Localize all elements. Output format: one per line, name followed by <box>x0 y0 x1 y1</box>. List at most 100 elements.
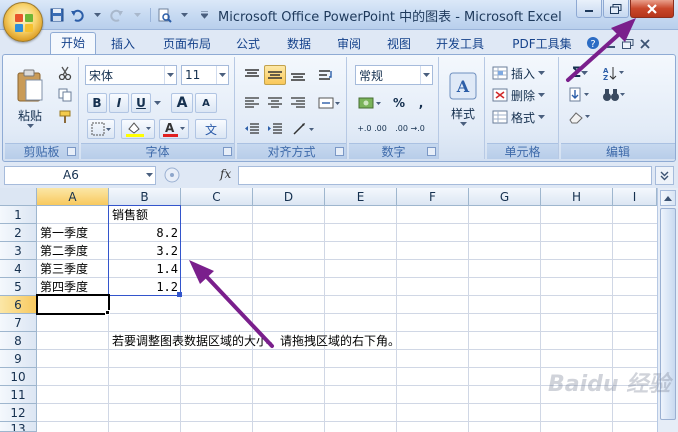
underline-button[interactable]: U <box>131 93 151 113</box>
cell-a4[interactable]: 第三季度 <box>40 260 106 278</box>
active-cell-a6[interactable] <box>36 294 110 315</box>
paste-button[interactable]: 粘贴 <box>9 61 51 137</box>
column-header-g[interactable]: G <box>469 188 541 206</box>
underline-dropdown[interactable] <box>152 93 162 113</box>
minimize-button[interactable] <box>576 0 602 18</box>
expand-formula-bar-button[interactable] <box>655 166 674 185</box>
ribbon-restore-icon[interactable] <box>622 38 634 52</box>
row-header-1[interactable]: 1 <box>0 206 37 224</box>
redo-icon[interactable] <box>108 6 126 24</box>
orientation-button[interactable] <box>315 65 339 85</box>
fill-handle[interactable] <box>105 310 110 315</box>
delete-cells-button[interactable]: 删除 <box>491 85 555 105</box>
format-painter-button[interactable] <box>55 107 75 127</box>
cell-b8[interactable]: 若要调整图表数据区域的大小，请拖拽区域的右下角。 <box>112 332 400 350</box>
merge-center-button[interactable] <box>315 93 343 113</box>
tab-page-layout[interactable]: 页面布局 <box>155 34 219 54</box>
decrease-indent-button[interactable] <box>241 119 263 139</box>
row-header-10[interactable]: 10 <box>0 368 37 386</box>
name-box[interactable]: A6 <box>4 166 156 185</box>
font-launcher-icon[interactable] <box>223 147 232 156</box>
customize-toolbar-icon[interactable] <box>195 6 213 24</box>
save-icon[interactable] <box>48 6 66 24</box>
font-color-button[interactable]: A <box>159 119 189 139</box>
copy-button[interactable] <box>55 85 75 105</box>
column-header-d[interactable]: D <box>253 188 325 206</box>
undo-icon[interactable] <box>68 6 86 24</box>
align-right-button[interactable] <box>287 93 309 113</box>
align-bottom-button[interactable] <box>287 65 309 85</box>
fill-button[interactable] <box>565 85 595 105</box>
cell-a3[interactable]: 第二季度 <box>40 242 106 260</box>
number-launcher-icon[interactable] <box>427 147 436 156</box>
row-header-12[interactable]: 12 <box>0 404 37 422</box>
cell-a2[interactable]: 第一季度 <box>40 224 106 242</box>
decrease-decimal-button[interactable]: .00 →.0 <box>393 119 427 139</box>
resize-handle-icon[interactable] <box>162 166 182 185</box>
insert-cells-button[interactable]: 插入 <box>491 63 555 83</box>
row-header-11[interactable]: 11 <box>0 386 37 404</box>
cut-button[interactable] <box>55 63 75 83</box>
clipboard-launcher-icon[interactable] <box>67 147 76 156</box>
tab-review[interactable]: 审阅 <box>329 34 369 54</box>
row-header-3[interactable]: 3 <box>0 242 37 260</box>
column-header-b[interactable]: B <box>109 188 181 206</box>
percent-button[interactable]: % <box>389 93 409 113</box>
accounting-format-button[interactable] <box>355 93 385 113</box>
column-header-e[interactable]: E <box>325 188 397 206</box>
close-workbook-icon[interactable] <box>640 38 650 52</box>
tab-view[interactable]: 视图 <box>379 34 419 54</box>
scroll-up-button[interactable] <box>660 190 676 206</box>
text-orientation-button[interactable] <box>289 119 319 139</box>
range-resize-handle[interactable] <box>177 292 182 297</box>
row-header-7[interactable]: 7 <box>0 314 37 332</box>
alignment-launcher-icon[interactable] <box>335 147 344 156</box>
tab-developer[interactable]: 开发工具 <box>428 34 492 54</box>
column-header-f[interactable]: F <box>397 188 469 206</box>
close-button[interactable] <box>630 0 674 18</box>
font-size-select[interactable]: 11 <box>181 65 229 85</box>
align-left-button[interactable] <box>241 93 263 113</box>
column-header-h[interactable]: H <box>541 188 613 206</box>
grow-font-button[interactable]: A <box>171 93 193 113</box>
column-header-c[interactable]: C <box>181 188 253 206</box>
row-header-4[interactable]: 4 <box>0 260 37 278</box>
fill-color-button[interactable] <box>121 119 155 139</box>
print-preview-icon[interactable] <box>155 6 173 24</box>
tab-data[interactable]: 数据 <box>279 34 319 54</box>
tab-insert[interactable]: 插入 <box>103 34 143 54</box>
column-header-i[interactable]: I <box>613 188 657 206</box>
italic-button[interactable]: I <box>109 93 129 113</box>
increase-indent-button[interactable] <box>264 119 286 139</box>
row-header-6[interactable]: 6 <box>0 296 37 314</box>
align-top-button[interactable] <box>241 65 263 85</box>
align-middle-button[interactable] <box>264 65 286 85</box>
formula-input[interactable] <box>238 166 652 185</box>
tab-formulas[interactable]: 公式 <box>228 34 268 54</box>
format-cells-button[interactable]: 格式 <box>491 107 555 127</box>
select-all-corner[interactable] <box>0 188 37 206</box>
help-icon[interactable]: ? <box>586 36 600 53</box>
bold-button[interactable]: B <box>87 93 107 113</box>
clear-button[interactable] <box>565 107 595 127</box>
font-name-select[interactable]: 宋体 <box>85 65 177 85</box>
phonetic-button[interactable]: 文 <box>195 119 227 139</box>
row-header-5[interactable]: 5 <box>0 278 37 296</box>
borders-button[interactable] <box>87 119 115 139</box>
styles-button[interactable]: A 样式 <box>443 61 483 137</box>
shrink-font-button[interactable]: A <box>195 93 217 113</box>
tab-pdf-tools[interactable]: PDF工具集 <box>503 34 581 54</box>
chevron-down-icon[interactable] <box>128 6 146 24</box>
increase-decimal-button[interactable]: +.0 .00 <box>355 119 389 139</box>
align-center-button[interactable] <box>264 93 286 113</box>
autosum-button[interactable]: Σ <box>565 63 595 83</box>
sort-filter-button[interactable]: AZ <box>599 63 629 83</box>
ribbon-minimize-icon[interactable] <box>606 38 616 52</box>
chevron-down-icon[interactable] <box>175 6 193 24</box>
row-header-13[interactable]: 13 <box>0 422 37 432</box>
office-button[interactable] <box>3 2 43 42</box>
row-header-2[interactable]: 2 <box>0 224 37 242</box>
comma-button[interactable]: , <box>411 93 431 113</box>
maximize-button[interactable] <box>603 0 629 18</box>
row-header-9[interactable]: 9 <box>0 350 37 368</box>
